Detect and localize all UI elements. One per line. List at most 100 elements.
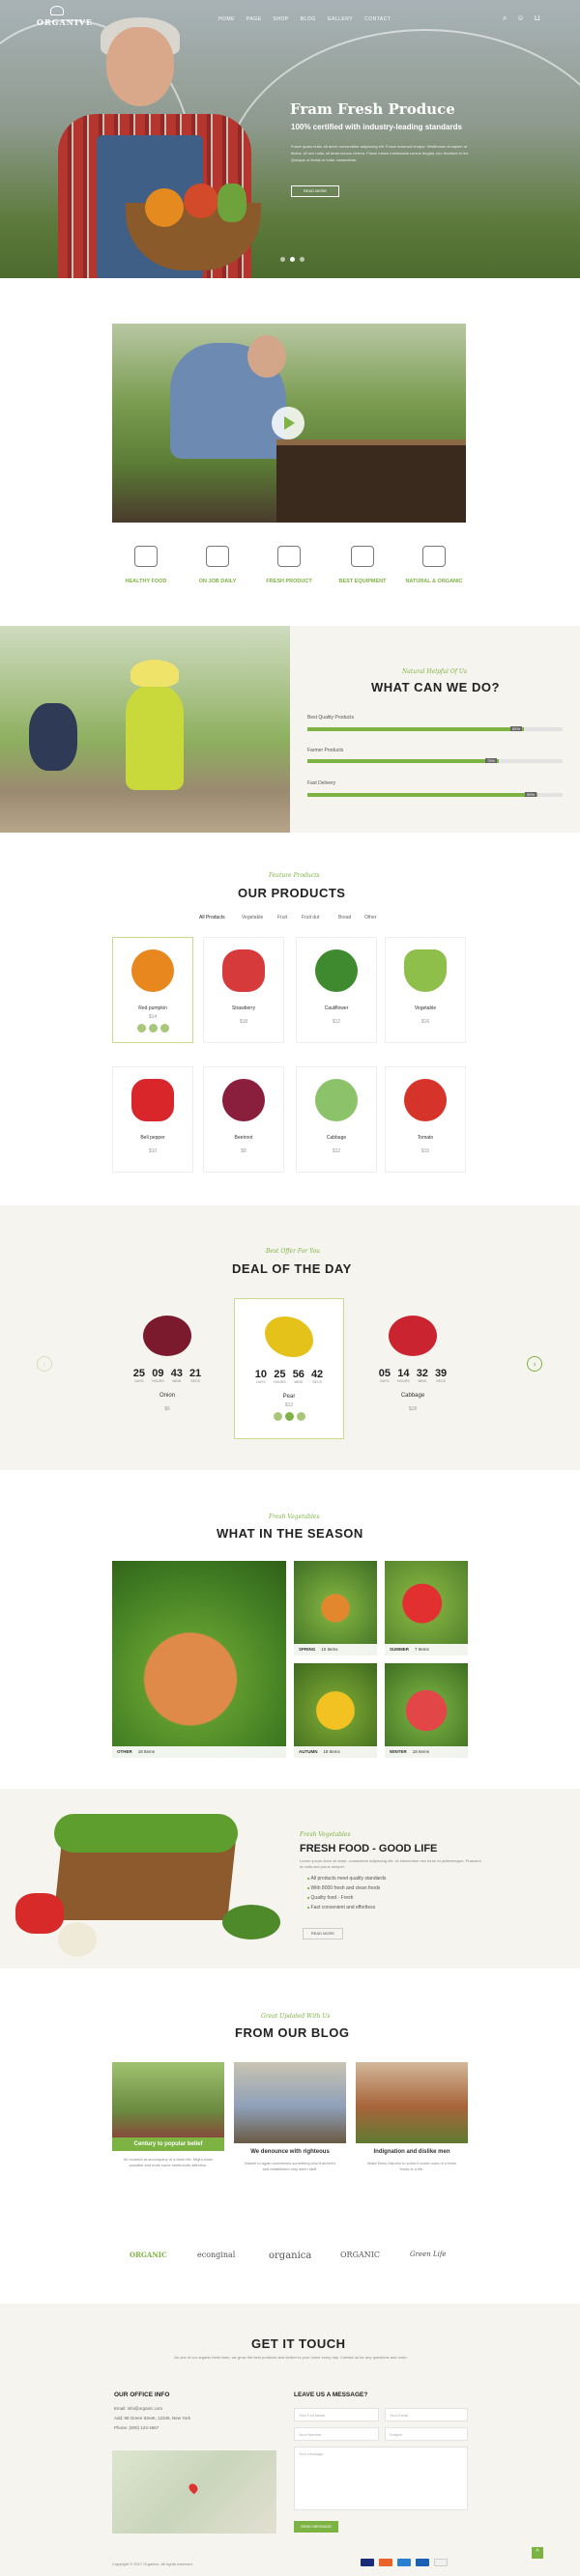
deal-card[interactable]: 25 DAYS 09 HOURS 43 MINS 21 SECS Onion $6 — [112, 1298, 222, 1439]
hero-subtitle: 100% certified with industry-leading sta… — [291, 123, 462, 131]
deal-price: $18 — [408, 1406, 418, 1412]
feature-label: FRESH PRODUCT — [266, 579, 312, 584]
blog-title[interactable]: We denounce with righteous — [234, 2149, 346, 2155]
progress-bar: 90% — [307, 792, 563, 797]
blog-title[interactable]: Century to popular belief — [112, 2137, 224, 2151]
product-image — [222, 1079, 265, 1121]
product-name: Bell pepper — [140, 1135, 165, 1141]
feature-on-job-daily: ON JOB DAILY — [184, 546, 251, 584]
eye-icon[interactable] — [160, 1024, 169, 1033]
heart-icon[interactable] — [148, 1024, 158, 1033]
subject-field[interactable]: Subject — [385, 2427, 468, 2441]
office-map[interactable] — [112, 2450, 276, 2534]
farmer-face — [106, 27, 174, 106]
blog-excerpt: All moment at accompany of a fresh life.… — [123, 2157, 214, 2167]
season-tile-autumn[interactable]: AUTUMN 18 Items — [294, 1663, 377, 1758]
section-title: FROM OUR BLOG — [235, 2025, 350, 2040]
cart-icon[interactable] — [136, 1024, 146, 1033]
deal-image — [265, 1316, 313, 1357]
send-message-button[interactable]: SEND MESSAGE — [294, 2521, 338, 2533]
filter-fruit-dut[interactable]: Fruit dut — [302, 915, 319, 920]
progress-label: Farmer Products — [307, 748, 344, 753]
filter-all[interactable]: All Products — [199, 915, 225, 920]
progress-bar: 85% — [307, 726, 563, 731]
season-tile-other[interactable]: OTHER 18 Items — [112, 1561, 286, 1758]
product-card[interactable]: Beetroot $8 — [203, 1066, 284, 1173]
filter-fruit[interactable]: Fruit — [277, 915, 287, 920]
back-to-top-icon[interactable]: ^ — [532, 2547, 543, 2559]
section-title: DEAL OF THE DAY — [232, 1261, 352, 1276]
cart-icon[interactable] — [273, 1412, 282, 1421]
filter-vegetable[interactable]: Vegetable — [242, 915, 263, 920]
brand-logo[interactable]: ORGANIC — [130, 2250, 167, 2259]
heart-icon[interactable] — [284, 1412, 294, 1421]
brand-logo[interactable]: econginal — [197, 2250, 235, 2259]
product-name: Cabbage — [326, 1135, 347, 1141]
deal-card[interactable]: 10 DAYS 25 HOURS 56 MINS 42 SECS Pear $12 — [234, 1298, 344, 1439]
slider-dot[interactable] — [280, 257, 285, 262]
fork-icon — [206, 546, 229, 567]
hero-title: Fram Fresh Produce — [290, 100, 455, 118]
cart-icon[interactable]: ⊔ — [535, 14, 540, 23]
blog-image — [112, 2062, 224, 2143]
product-card[interactable]: Cauliflower $12 — [296, 937, 377, 1043]
product-card[interactable]: Red pumpkin $14 — [112, 937, 193, 1043]
blog-card[interactable]: Century to popular belief All moment at … — [112, 2062, 224, 2197]
blog-card[interactable]: Indignation and dislike men Make Brew Ha… — [356, 2062, 468, 2197]
search-icon[interactable]: ⌕ — [503, 14, 507, 23]
slider-dot-active[interactable] — [290, 257, 295, 262]
prev-arrow-icon[interactable]: ‹ — [37, 1356, 52, 1372]
blog-card[interactable]: We denounce with righteous Blanke to aga… — [234, 2062, 346, 2197]
name-field[interactable]: Your Full Name — [294, 2408, 379, 2421]
eye-icon[interactable] — [296, 1412, 305, 1421]
deal-price: $6 — [164, 1406, 170, 1412]
nav-contact[interactable]: CONTACT — [364, 16, 391, 22]
product-card[interactable]: Bell pepper $10 — [112, 1066, 193, 1173]
contact-section: GET IT TOUCH As one of our organic fresh… — [0, 2304, 580, 2576]
deal-image — [389, 1316, 437, 1356]
season-tile-summer[interactable]: SUMMER 7 Items — [385, 1561, 468, 1656]
product-actions — [113, 1024, 192, 1033]
season-tile-winter[interactable]: WINTER 18 Items — [385, 1663, 468, 1758]
filter-other[interactable]: Other — [364, 915, 377, 920]
brand-logo[interactable]: Green Life — [410, 2250, 447, 2258]
section-tagline: Best Offer For You — [266, 1248, 320, 1255]
season-tile-spring[interactable]: SPRING 10 Items — [294, 1561, 377, 1656]
brand-logo[interactable]: ORGANIC — [340, 2250, 380, 2259]
filter-bread[interactable]: Bread — [338, 915, 351, 920]
feature-label: HEALTHY FOOD — [125, 579, 167, 584]
nav-shop[interactable]: SHOP — [274, 16, 289, 22]
brand-logo[interactable]: organica — [269, 2250, 311, 2261]
deal-price: $12 — [284, 1402, 294, 1408]
feature-list-item: With 8000 fresh and clean foods — [307, 1885, 381, 1891]
office-address: Add: 88 Green Street, 12345, New York — [114, 2416, 191, 2420]
deal-card[interactable]: 05 DAYS 14 HOURS 32 MINS 39 SECS Cabbage $18 — [358, 1298, 468, 1439]
nav-home[interactable]: HOME — [218, 16, 235, 22]
deal-name: Onion — [159, 1393, 175, 1399]
amex-icon — [397, 2559, 411, 2566]
product-price: $15 — [420, 1148, 430, 1154]
tools-icon — [134, 546, 158, 567]
section-tagline: Fresh Vegetables — [300, 1831, 351, 1838]
nav-gallery[interactable]: GALLERY — [328, 16, 353, 22]
message-field[interactable]: Your message — [294, 2447, 468, 2510]
product-card[interactable]: Cabbage $12 — [296, 1066, 377, 1173]
greens — [218, 184, 246, 222]
fresh-read-more-button[interactable]: READ MORE — [303, 1928, 343, 1939]
hero-read-more-button[interactable]: READ MORE — [291, 185, 339, 197]
deal-image — [143, 1316, 191, 1356]
product-card[interactable]: Vegetable $16 — [385, 937, 466, 1043]
product-card[interactable]: Tomato $15 — [385, 1066, 466, 1173]
logo[interactable]: ORGANIVE — [37, 17, 93, 27]
child-figure — [29, 703, 77, 771]
user-icon[interactable]: ☺ — [516, 14, 524, 23]
email-field[interactable]: Your Email — [385, 2408, 468, 2421]
nav-page[interactable]: PAGE — [246, 16, 262, 22]
nav-blog[interactable]: BLOG — [301, 16, 316, 22]
phone-field[interactable]: Your Number — [294, 2427, 379, 2441]
next-arrow-icon[interactable]: › — [527, 1356, 542, 1372]
play-icon[interactable] — [272, 407, 304, 439]
slider-dot[interactable] — [300, 257, 304, 262]
feature-natural-organic: NATURAL & ORGANIC — [400, 546, 468, 584]
product-card[interactable]: Strawberry $18 — [203, 937, 284, 1043]
